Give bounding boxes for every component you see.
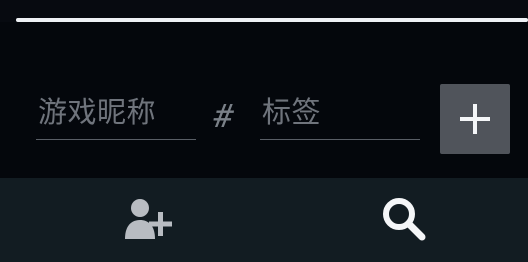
bottom-navigation-bar — [0, 178, 528, 262]
tag-field[interactable] — [260, 84, 420, 140]
tab-search[interactable] — [272, 178, 528, 262]
add-friend-icon — [125, 199, 172, 239]
nickname-underline — [36, 139, 196, 140]
tag-input[interactable] — [260, 84, 420, 140]
add-friend-submit-button[interactable] — [440, 84, 510, 154]
plus-icon — [460, 104, 490, 134]
search-icon — [383, 198, 426, 241]
nickname-input[interactable] — [36, 84, 196, 140]
tab-add-friend[interactable] — [18, 178, 282, 262]
nickname-field[interactable] — [36, 84, 196, 140]
tag-underline — [260, 139, 420, 140]
